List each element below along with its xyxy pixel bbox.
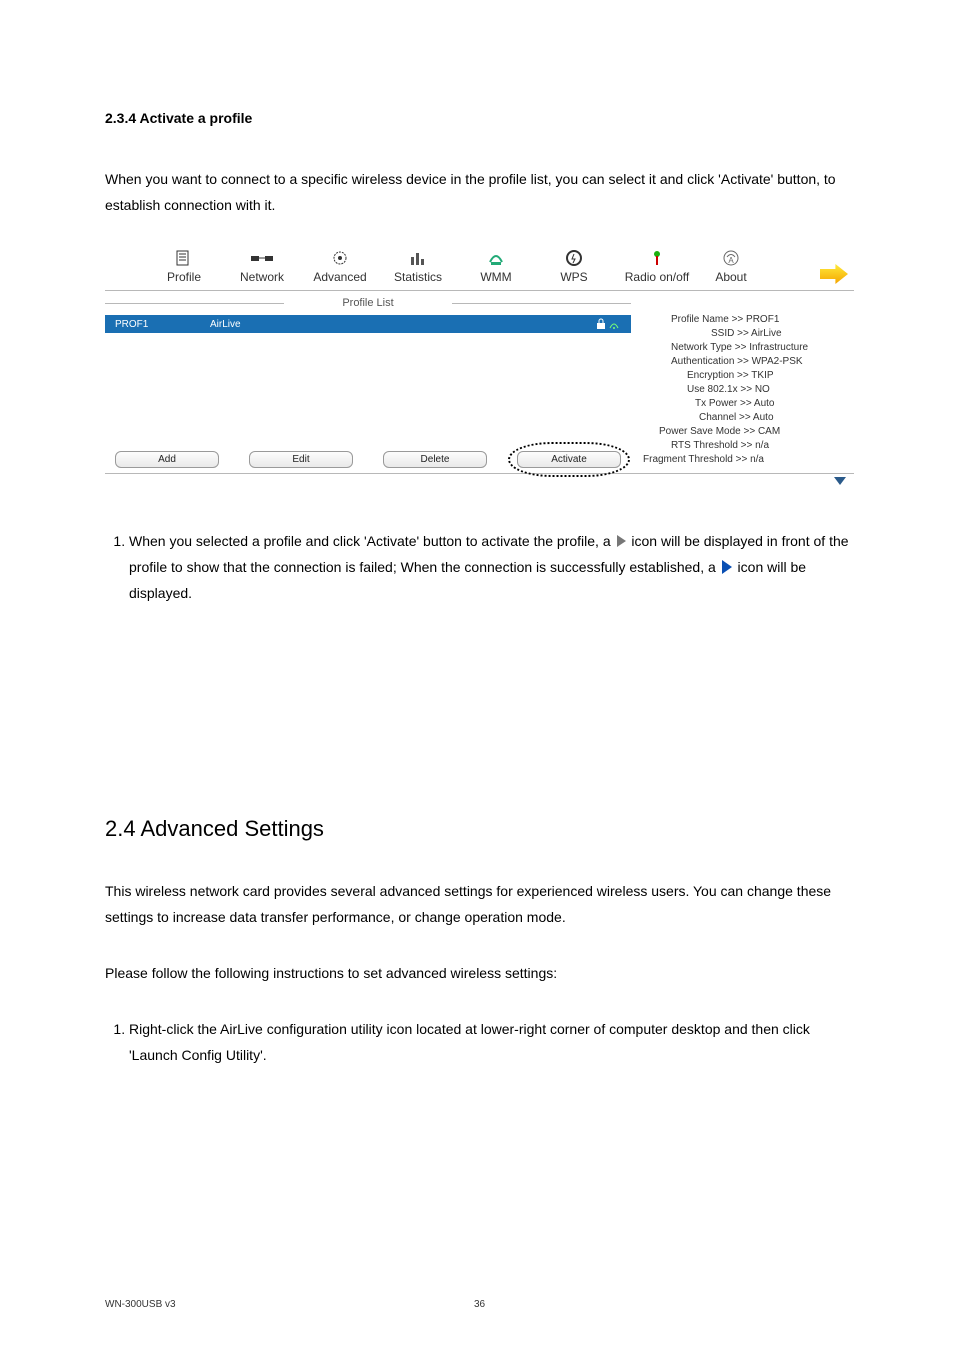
paragraph-intro-234: When you want to connect to a specific w… — [105, 166, 854, 218]
screenshot-tab-bar: Profile Network Advanced Statistics — [105, 248, 854, 291]
profile-row-selected[interactable]: PROF1 AirLive — [105, 315, 631, 333]
tab-advanced-label: Advanced — [313, 270, 366, 284]
profile-details-panel: Profile Name >> PROF1 SSID >> AirLive Ne… — [631, 291, 854, 473]
detail-profile-name: Profile Name >> PROF1 — [671, 313, 848, 327]
tab-profile-label: Profile — [167, 270, 201, 284]
detail-auth: Authentication >> WPA2-PSK — [671, 355, 848, 369]
profile-list-label: Profile List — [105, 297, 631, 309]
add-button[interactable]: Add — [115, 451, 219, 468]
profile-row-ssid: AirLive — [210, 319, 585, 330]
ordered-list-234: When you selected a profile and click 'A… — [105, 528, 854, 606]
tab-statistics[interactable]: Statistics — [379, 248, 457, 284]
about-icon: A — [722, 248, 740, 268]
footer-model: WN-300USB v3 — [105, 1299, 176, 1310]
tab-statistics-label: Statistics — [394, 270, 442, 284]
detail-network-type: Network Type >> Infrastructure — [671, 341, 848, 355]
detail-8021x: Use 802.1x >> NO — [671, 383, 848, 397]
profile-button-row: Add Edit Delete Activate — [105, 443, 631, 468]
tab-wps-label: WPS — [560, 270, 587, 284]
chart-bars-icon — [409, 248, 427, 268]
tab-wmm[interactable]: WMM — [457, 248, 535, 284]
collapse-arrow-icon[interactable] — [834, 477, 846, 485]
detail-ssid: SSID >> AirLive — [671, 327, 848, 341]
heading-2-3-4: 2.3.4 Activate a profile — [105, 110, 854, 126]
page-footer: WN-300USB v3 36 — [105, 1299, 854, 1310]
tab-network-label: Network — [240, 270, 284, 284]
footer-page-number: 36 — [474, 1299, 485, 1310]
tab-about-label: About — [715, 270, 746, 284]
screenshot-body: Profile List PROF1 AirLive Add Edit Dele… — [105, 291, 854, 473]
network-icon — [251, 248, 273, 268]
wps-icon — [565, 248, 583, 268]
tab-profile[interactable]: Profile — [145, 248, 223, 284]
gray-triangle-icon — [617, 535, 626, 547]
list-item-234-1: When you selected a profile and click 'A… — [129, 528, 854, 606]
signal-icon — [608, 318, 620, 330]
blue-triangle-icon — [722, 560, 732, 574]
profile-row-icons — [585, 318, 631, 330]
screenshot-profile-utility: Profile Network Advanced Statistics — [105, 248, 854, 488]
detail-encryption: Encryption >> TKIP — [671, 369, 848, 383]
li-text-a: When you selected a profile and click 'A… — [129, 533, 615, 549]
list-item-24-1: Right-click the AirLive configuration ut… — [129, 1016, 854, 1068]
screenshot-bottom-bar — [105, 473, 854, 488]
paragraph-24a: This wireless network card provides seve… — [105, 878, 854, 930]
tab-network[interactable]: Network — [223, 248, 301, 284]
activate-button-label: Activate — [551, 454, 587, 465]
tab-radio-label: Radio on/off — [625, 270, 690, 284]
delete-button[interactable]: Delete — [383, 451, 487, 468]
profile-icon — [175, 248, 193, 268]
detail-channel: Channel >> Auto — [671, 411, 848, 425]
lock-icon — [596, 318, 606, 330]
tab-wmm-label: WMM — [480, 270, 511, 284]
detail-rts: RTS Threshold >> n/a — [671, 439, 848, 453]
heading-2-4: 2.4 Advanced Settings — [105, 816, 854, 842]
tab-advanced[interactable]: Advanced — [301, 248, 379, 284]
gear-icon — [331, 248, 349, 268]
document-page: 2.3.4 Activate a profile When you want t… — [0, 0, 954, 1350]
tab-radio[interactable]: Radio on/off — [613, 248, 701, 284]
detail-txpower: Tx Power >> Auto — [671, 397, 848, 411]
detail-powersave: Power Save Mode >> CAM — [659, 425, 848, 439]
profile-list-panel: Profile List PROF1 AirLive Add Edit Dele… — [105, 291, 631, 473]
tab-wps[interactable]: WPS — [535, 248, 613, 284]
qos-icon — [486, 248, 506, 268]
paragraph-24b: Please follow the following instructions… — [105, 960, 854, 986]
profile-row-name: PROF1 — [105, 319, 210, 330]
activate-button[interactable]: Activate — [517, 451, 621, 468]
radio-icon — [648, 248, 666, 268]
detail-fragment: Fragment Threshold >> n/a — [643, 453, 848, 467]
expand-arrow-icon[interactable] — [820, 264, 848, 284]
tab-about[interactable]: A About — [701, 248, 761, 284]
edit-button[interactable]: Edit — [249, 451, 353, 468]
svg-text:A: A — [728, 256, 734, 265]
ordered-list-24: Right-click the AirLive configuration ut… — [105, 1016, 854, 1068]
